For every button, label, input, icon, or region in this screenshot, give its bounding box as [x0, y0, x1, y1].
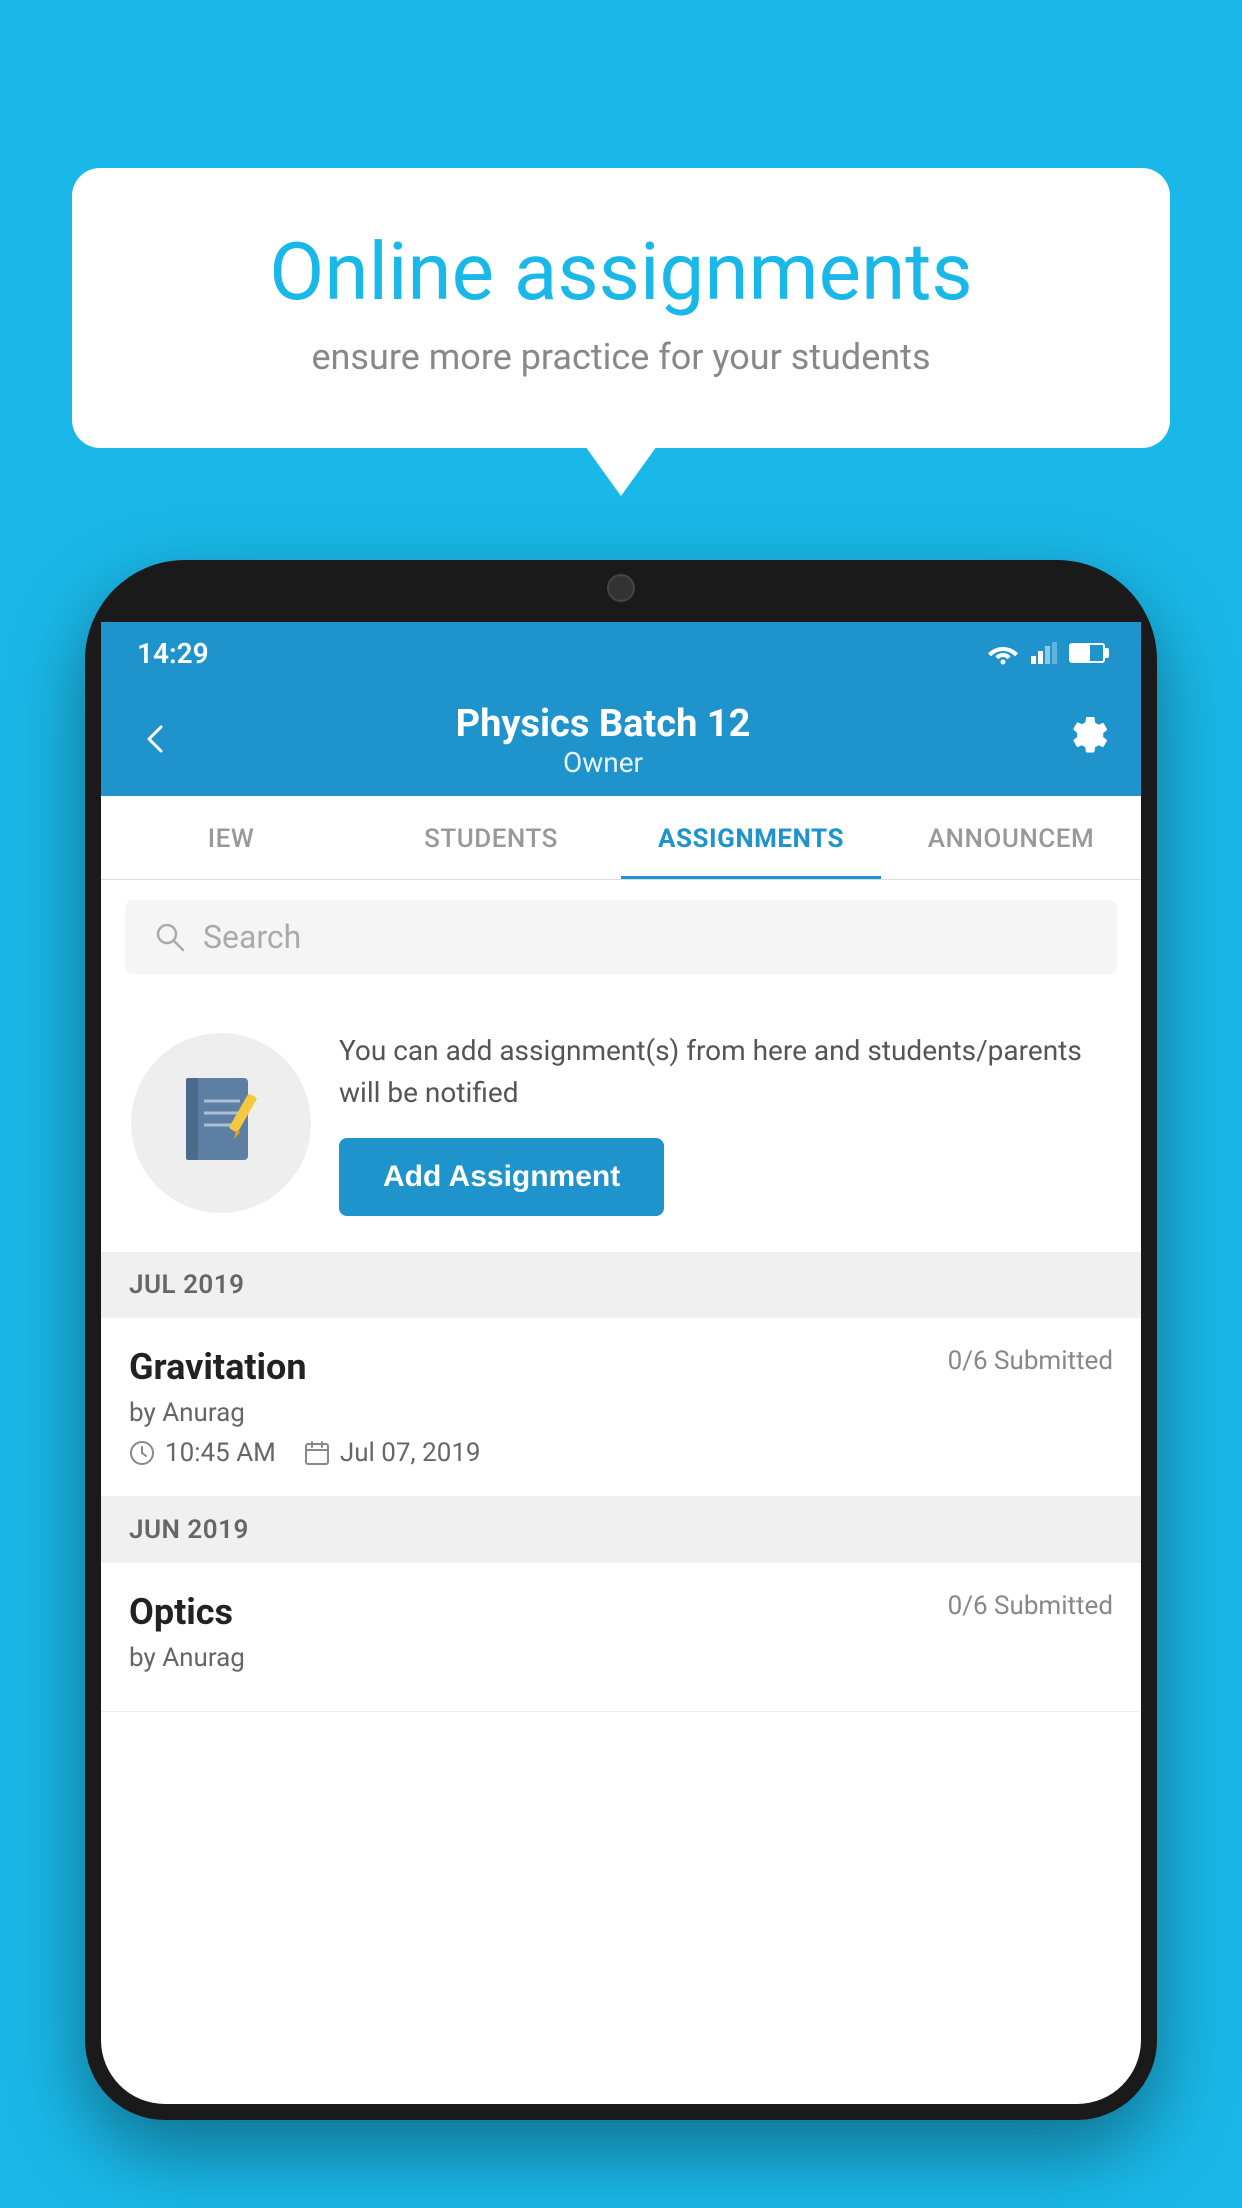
assignment-item-gravitation[interactable]: Gravitation 0/6 Submitted by Anurag 10:4…	[101, 1318, 1141, 1497]
search-icon	[153, 920, 187, 954]
tab-students[interactable]: STUDENTS	[361, 796, 621, 879]
promo-icon-circle	[131, 1033, 311, 1213]
speech-bubble-title: Online assignments	[142, 228, 1100, 316]
add-assignment-button[interactable]: Add Assignment	[339, 1138, 664, 1216]
optics-assignment-by: by Anurag	[129, 1643, 1113, 1673]
optics-assignment-header: Optics 0/6 Submitted	[129, 1591, 1113, 1633]
promo-description: You can add assignment(s) from here and …	[339, 1030, 1111, 1114]
back-button[interactable]	[131, 704, 183, 776]
tab-announcements[interactable]: ANNOUNCEM	[881, 796, 1141, 879]
tab-assignments[interactable]: ASSIGNMENTS	[621, 796, 881, 879]
signal-icon	[1031, 642, 1057, 664]
status-time: 14:29	[137, 637, 209, 670]
wifi-icon	[987, 641, 1019, 665]
app-bar-title-area: Physics Batch 12 Owner	[183, 702, 1023, 779]
assignment-submitted: 0/6 Submitted	[948, 1346, 1113, 1376]
search-bar-container: Search	[101, 880, 1141, 994]
front-camera	[607, 574, 635, 602]
assignment-title: Gravitation	[129, 1346, 307, 1388]
battery-icon	[1069, 643, 1105, 663]
status-icons	[987, 641, 1105, 665]
settings-button[interactable]	[1067, 713, 1111, 768]
speech-bubble-card: Online assignments ensure more practice …	[72, 168, 1170, 448]
assignment-date: Jul 07, 2019	[304, 1438, 481, 1468]
promo-text-area: You can add assignment(s) from here and …	[339, 1030, 1111, 1216]
section-header-jul: JUL 2019	[101, 1252, 1141, 1318]
search-bar[interactable]: Search	[125, 900, 1117, 974]
assignment-time: 10:45 AM	[129, 1438, 276, 1468]
status-bar: 14:29	[101, 622, 1141, 684]
optics-assignment-title: Optics	[129, 1591, 233, 1633]
app-bar-title: Physics Batch 12	[183, 702, 1023, 746]
promo-section: You can add assignment(s) from here and …	[101, 994, 1141, 1252]
tab-iew[interactable]: IEW	[101, 796, 361, 879]
section-header-jun: JUN 2019	[101, 1497, 1141, 1563]
phone-container: 14:29	[85, 560, 1157, 2208]
app-bar-subtitle: Owner	[183, 746, 1023, 779]
phone-frame: 14:29	[85, 560, 1157, 2120]
app-bar: Physics Batch 12 Owner	[101, 684, 1141, 796]
assignment-header: Gravitation 0/6 Submitted	[129, 1346, 1113, 1388]
optics-assignment-submitted: 0/6 Submitted	[948, 1591, 1113, 1621]
clock-icon	[129, 1440, 155, 1466]
notebook-icon	[176, 1073, 266, 1173]
tab-bar: IEW STUDENTS ASSIGNMENTS ANNOUNCEM	[101, 796, 1141, 880]
assignment-meta: 10:45 AM Jul 07, 2019	[129, 1438, 1113, 1468]
phone-screen: 14:29	[101, 622, 1141, 2104]
phone-notch	[511, 560, 731, 612]
calendar-icon	[304, 1440, 330, 1466]
assignment-by: by Anurag	[129, 1398, 1113, 1428]
assignment-item-optics[interactable]: Optics 0/6 Submitted by Anurag	[101, 1563, 1141, 1712]
search-input-placeholder[interactable]: Search	[203, 918, 301, 956]
speech-bubble-subtitle: ensure more practice for your students	[142, 336, 1100, 378]
